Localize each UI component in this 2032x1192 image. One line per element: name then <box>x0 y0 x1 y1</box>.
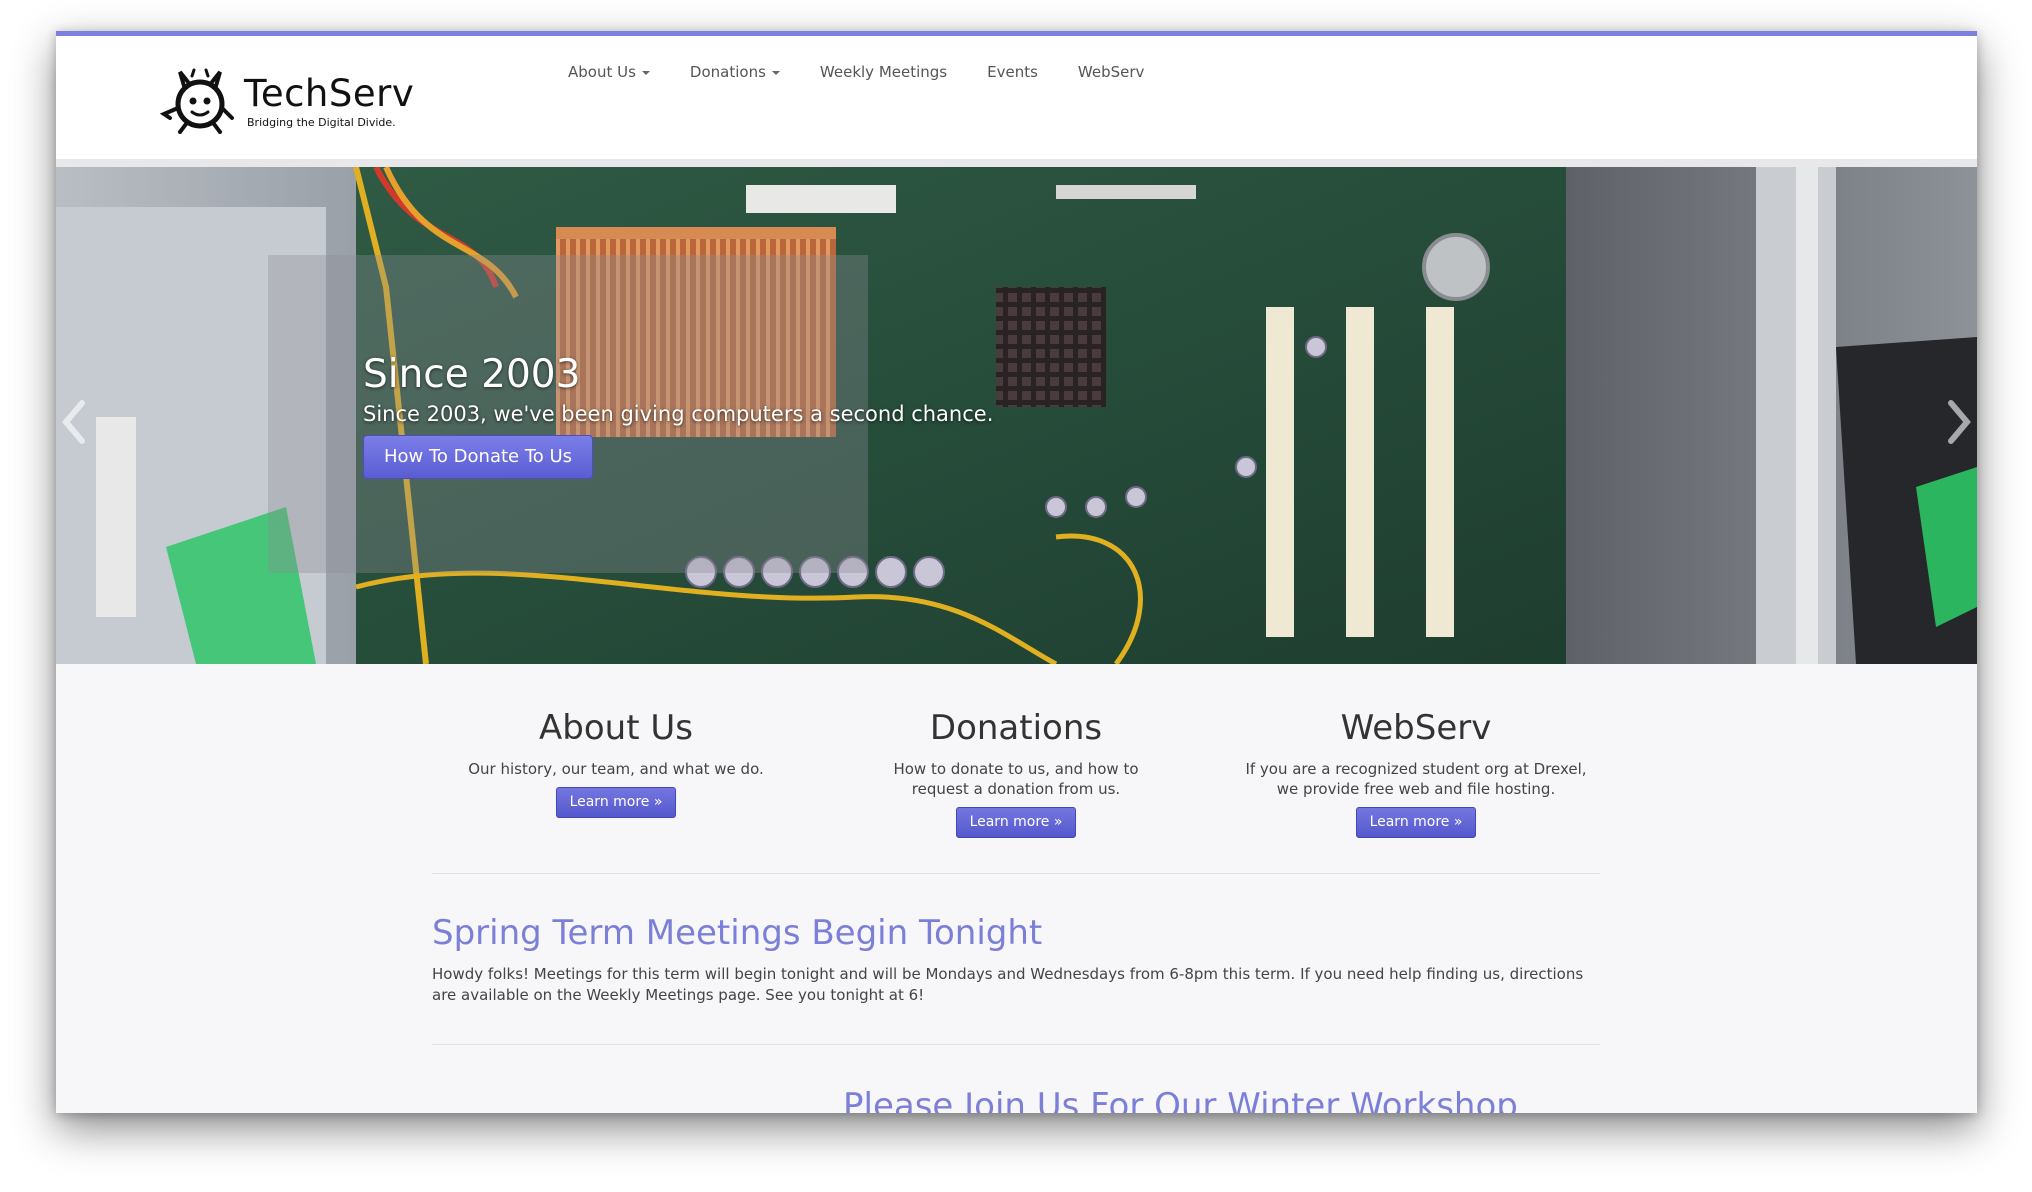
feature-about-us: About Us Our history, our team, and what… <box>426 707 806 818</box>
feature-text: Our history, our team, and what we do. <box>468 760 764 778</box>
learn-more-donations-button[interactable]: Learn more » <box>955 807 1077 838</box>
nav-label: Weekly Meetings <box>819 63 948 81</box>
feature-title: About Us <box>539 708 693 748</box>
site-logo[interactable]: TechServ Bridging the Digital Divide. <box>160 68 460 134</box>
brand-name: TechServ <box>244 72 415 115</box>
caret-down-icon <box>771 70 780 75</box>
feature-text: How to donate to us, and how to request … <box>893 760 1139 798</box>
learn-more-webserv-button[interactable]: Learn more » <box>1355 807 1477 838</box>
news-body: Howdy folks! Meetings for this term will… <box>432 965 1584 1004</box>
nav-item-events[interactable]: Events <box>967 52 1058 92</box>
learn-more-about-us-button[interactable]: Learn more » <box>555 787 677 818</box>
techserv-mascot-icon <box>160 68 234 134</box>
nav-label: WebServ <box>1077 63 1145 81</box>
feature-text: If you are a recognized student org at D… <box>1245 760 1587 798</box>
feature-title: Donations <box>929 708 1103 748</box>
nav-item-about-us[interactable]: About Us <box>568 52 670 92</box>
brand-tagline: Bridging the Digital Divide. <box>247 116 396 129</box>
browser-page: TechServ Bridging the Digital Divide. Ab… <box>56 31 1977 1113</box>
feature-webserv: WebServ If you are a recognized student … <box>1226 707 1606 838</box>
carousel-prev-icon[interactable] <box>58 397 88 447</box>
news-title[interactable]: Spring Term Meetings Begin Tonight <box>432 913 1042 953</box>
how-to-donate-button[interactable]: How To Donate To Us <box>363 435 594 479</box>
hero-text: Since 2003, we've been giving computers … <box>363 402 994 426</box>
nav-item-weekly-meetings[interactable]: Weekly Meetings <box>800 52 967 92</box>
nav-label: Events <box>987 63 1038 81</box>
feature-title: WebServ <box>1340 708 1492 748</box>
nav-label: Donations <box>689 63 766 81</box>
site-header: TechServ Bridging the Digital Divide. Ab… <box>56 36 1977 168</box>
caret-down-icon <box>641 70 650 75</box>
main-nav: About Us Donations Weekly Meetings Event… <box>568 52 1164 92</box>
news-title[interactable]: Please Join Us For Our Winter Workshop <box>843 1086 1518 1113</box>
feature-donations: Donations How to donate to us, and how t… <box>826 707 1206 838</box>
nav-item-donations[interactable]: Donations <box>670 52 800 92</box>
nav-item-webserv[interactable]: WebServ <box>1058 52 1165 92</box>
carousel-next-icon[interactable] <box>1945 397 1975 447</box>
section-divider <box>432 873 1600 874</box>
nav-label: About Us <box>568 63 636 81</box>
section-divider <box>432 1044 1600 1045</box>
hero-title: Since 2003 <box>363 352 581 397</box>
hero-carousel: Since 2003 Since 2003, we've been giving… <box>56 167 1977 664</box>
